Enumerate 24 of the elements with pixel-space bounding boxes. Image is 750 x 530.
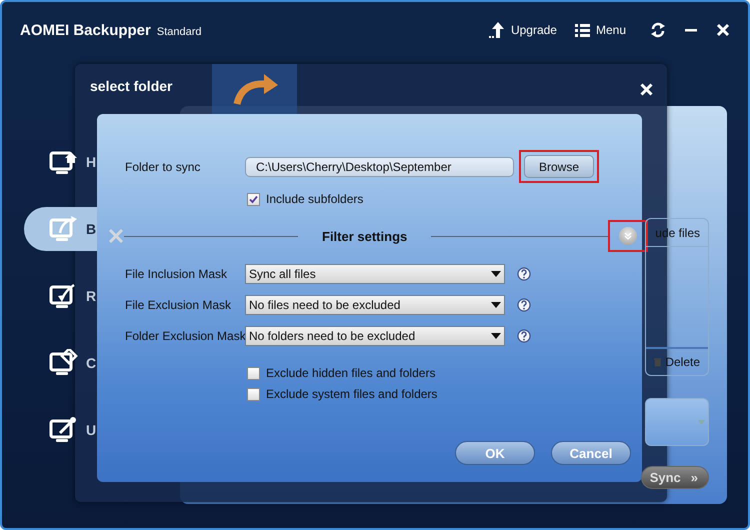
browse-button[interactable]: Browse [524,155,594,178]
sidebar-item[interactable]: U [24,408,97,452]
checkbox-label: Exclude hidden files and folders [266,366,436,380]
mask-dropdown[interactable]: No folders need to be excluded [245,326,505,346]
sidebar-item[interactable]: H [24,140,97,184]
sidebar-item[interactable]: C [24,341,97,385]
field-label: Folder Exclusion Mask [125,329,245,343]
field-label: File Inclusion Mask [125,267,228,281]
menu-button[interactable]: Menu [568,23,632,37]
field-label: Folder to sync [125,160,202,174]
checkbox-label: Include subfolders [266,192,364,206]
sidebar-item[interactable]: B [24,207,97,251]
app-title: AOMEI Backupper [20,22,151,38]
mask-dropdown[interactable]: Sync all files [245,264,505,284]
field-label: File Exclusion Mask [125,298,232,312]
edition-label: Standard [156,26,202,38]
upgrade-button[interactable]: Upgrade [482,21,563,39]
sync-button[interactable]: Sync » [640,466,709,489]
mask-dropdown[interactable]: No files need to be excluded [245,295,505,315]
sidebar-item[interactable]: R [24,274,97,318]
dialog-title: select folder [90,78,172,94]
section-title: Filter settings [321,228,408,244]
folder-path-field[interactable]: C:\Users\Cherry\Desktop\September [245,156,514,176]
checkbox-label: Exclude system files and folders [266,387,438,401]
